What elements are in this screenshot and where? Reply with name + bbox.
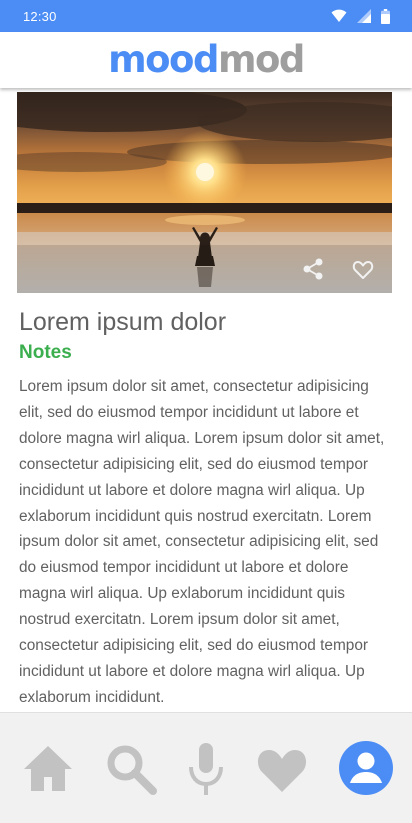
favorite-button[interactable] (351, 257, 375, 281)
article-title: Lorem ipsum dolor (19, 308, 227, 336)
profile-icon (339, 741, 393, 795)
share-button[interactable] (302, 258, 324, 280)
wifi-icon (331, 9, 347, 22)
image-action-overlay (17, 245, 392, 293)
article-body: Lorem ipsum dolor sit amet, consectetur … (19, 378, 385, 706)
nav-search-button[interactable] (101, 739, 159, 797)
logo-mood-text: mood (108, 38, 219, 81)
heart-outline-icon (352, 261, 374, 279)
nav-favorites-button[interactable] (253, 739, 311, 797)
status-time: 12:30 (23, 9, 57, 24)
logo-mod-text: mod (217, 38, 305, 81)
status-bar: 12:30 (0, 0, 412, 32)
nav-voice-button[interactable] (177, 739, 235, 797)
microphone-icon (189, 743, 223, 795)
nav-home-button[interactable] (19, 739, 77, 797)
app-logo: moodmod (108, 38, 305, 81)
article-subtitle: Notes (19, 342, 72, 363)
app-bar: moodmod (0, 32, 412, 88)
bottom-navigation (0, 712, 412, 823)
status-icons (331, 8, 390, 24)
battery-icon (381, 8, 390, 24)
article-image (17, 92, 392, 293)
search-icon (107, 745, 157, 795)
share-icon (303, 258, 323, 280)
nav-profile-button[interactable] (337, 739, 395, 797)
home-icon (24, 746, 72, 791)
cellular-signal-icon (357, 9, 371, 23)
heart-icon (257, 750, 307, 792)
